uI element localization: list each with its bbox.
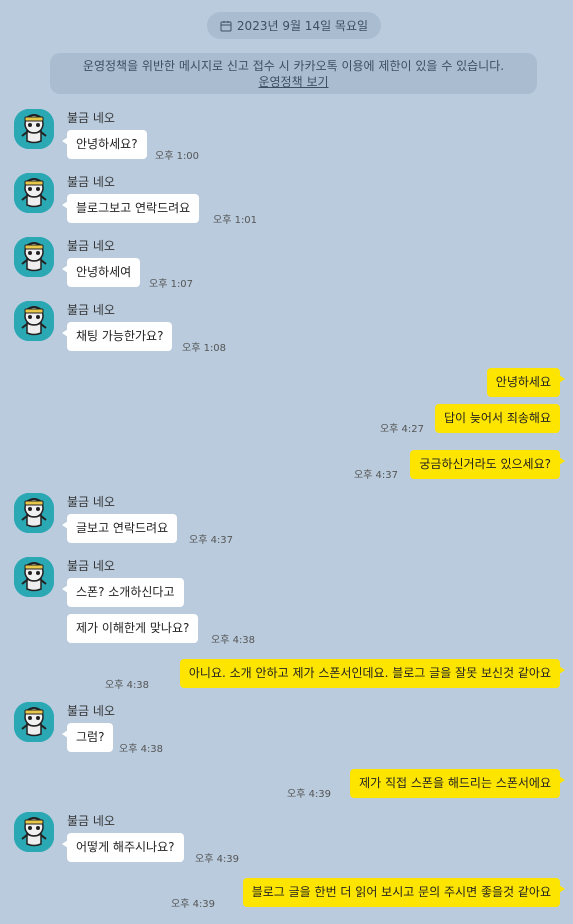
policy-notice-text: 운영정책을 위반한 메시지로 신고 접수 시 카카오톡 이용에 제한이 있을 수… — [82, 59, 505, 73]
neo-avatar-icon — [14, 702, 54, 742]
avatar[interactable] — [14, 173, 54, 213]
neo-avatar-icon — [14, 301, 54, 341]
sender-name: 불금 네오 — [67, 559, 115, 573]
avatar[interactable] — [14, 702, 54, 742]
neo-avatar-icon — [14, 812, 54, 852]
message-bubble[interactable]: 블로그 글을 한번 더 읽어 보시고 문의 주시면 좋을것 같아요 — [242, 878, 566, 907]
sender-name: 불금 네오 — [67, 175, 115, 189]
message-bubble[interactable]: 답이 늦어서 죄송해요 — [435, 404, 560, 433]
message-time: 오후 4:39 — [171, 899, 216, 910]
policy-notice: 운영정책을 위반한 메시지로 신고 접수 시 카카오톡 이용에 제한이 있을 수… — [50, 53, 537, 94]
message-bubble[interactable]: 채팅 가능한가요? — [61, 322, 173, 351]
message-bubble[interactable]: 제가 이해한게 맞나요? — [67, 614, 199, 643]
message-time: 오후 1:07 — [149, 279, 194, 290]
avatar[interactable] — [14, 301, 54, 341]
message-bubble[interactable]: 안녕하세요 — [486, 368, 566, 397]
message-time: 오후 4:38 — [211, 635, 256, 646]
message-time: 오후 4:38 — [119, 744, 164, 755]
message-time: 오후 1:08 — [182, 343, 227, 354]
message-bubble[interactable]: 안녕하세요? — [62, 130, 147, 159]
message-bubble[interactable]: 글보고 연락드려요 — [61, 514, 178, 543]
policy-link[interactable]: 운영정책 보기 — [50, 74, 537, 90]
message-bubble[interactable]: 스폰? 소개하신다고 — [62, 578, 184, 607]
message-bubble[interactable]: 어떻게 해주시나요? — [62, 833, 184, 862]
neo-avatar-icon — [14, 237, 54, 277]
neo-avatar-icon — [14, 109, 54, 149]
message-time: 오후 4:27 — [379, 424, 424, 435]
calendar-icon — [220, 20, 232, 31]
message-bubble[interactable]: 그럼? — [61, 723, 114, 752]
avatar[interactable] — [14, 109, 54, 149]
message-bubble[interactable]: 제가 직접 스폰을 해드리는 스폰서에요 — [350, 769, 565, 798]
avatar[interactable] — [14, 557, 54, 597]
message-bubble[interactable]: 블로그보고 연락드려요 — [61, 194, 200, 223]
message-time: 오후 4:39 — [195, 854, 240, 865]
neo-avatar-icon — [14, 173, 54, 213]
avatar[interactable] — [14, 493, 54, 533]
sender-name: 불금 네오 — [67, 303, 115, 317]
avatar[interactable] — [14, 237, 54, 277]
sender-name: 불금 네오 — [67, 814, 115, 828]
date-divider: 2023년 9월 14일 목요일 — [207, 12, 381, 39]
sender-name: 불금 네오 — [67, 704, 115, 718]
message-bubble[interactable]: 안녕하세여 — [61, 258, 141, 287]
message-time: 오후 1:01 — [213, 215, 258, 226]
sender-name: 불금 네오 — [67, 495, 115, 509]
message-bubble[interactable]: 아니요. 소개 안하고 제가 스폰서인데요. 블로그 글을 잘못 보신것 같아요 — [179, 659, 566, 688]
neo-avatar-icon — [14, 493, 54, 533]
message-time: 오후 1:00 — [155, 151, 200, 162]
sender-name: 불금 네오 — [67, 239, 115, 253]
message-time: 오후 4:39 — [287, 789, 332, 800]
date-label: 2023년 9월 14일 목요일 — [236, 19, 369, 33]
avatar[interactable] — [14, 812, 54, 852]
message-time: 오후 4:38 — [105, 680, 150, 691]
message-time: 오후 4:37 — [353, 470, 398, 481]
neo-avatar-icon — [14, 557, 54, 597]
message-bubble[interactable]: 궁금하신거라도 있으세요? — [410, 450, 565, 479]
message-time: 오후 4:37 — [189, 535, 234, 546]
sender-name: 불금 네오 — [67, 111, 115, 125]
